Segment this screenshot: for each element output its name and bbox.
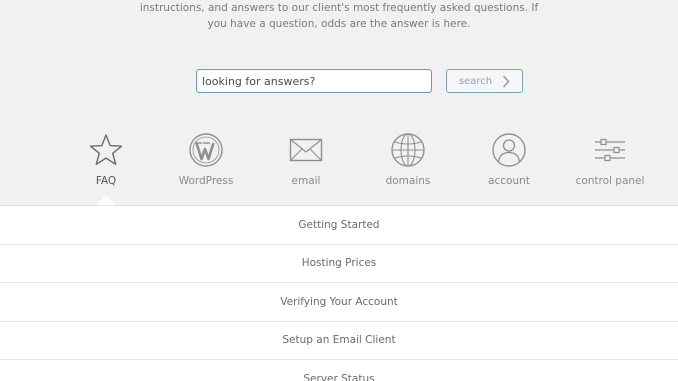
search-button[interactable]: search xyxy=(446,69,523,93)
intro-line-1: instructions, and answers to our client'… xyxy=(139,2,539,14)
intro-text: instructions, and answers to our client'… xyxy=(0,0,678,32)
active-tab-pointer xyxy=(96,195,116,205)
search-bar: search xyxy=(0,69,678,93)
faq-item-server-status[interactable]: Server Status xyxy=(0,360,678,381)
category-domains[interactable]: domains xyxy=(358,132,458,187)
faq-item-verifying-account[interactable]: Verifying Your Account xyxy=(0,283,678,322)
search-input[interactable] xyxy=(196,69,432,93)
globe-icon xyxy=(391,133,425,167)
category-label: domains xyxy=(385,175,431,187)
faq-list: Getting Started Hosting Prices Verifying… xyxy=(0,205,678,381)
category-label: FAQ xyxy=(95,175,117,187)
category-wordpress[interactable]: WordPress xyxy=(156,132,256,187)
user-icon xyxy=(492,133,526,167)
faq-item-email-client[interactable]: Setup an Email Client xyxy=(0,322,678,360)
category-label: WordPress xyxy=(178,175,234,187)
chevron-right-icon xyxy=(503,74,510,88)
category-label: control panel xyxy=(575,175,645,187)
category-control-panel[interactable]: control panel xyxy=(560,132,660,187)
category-email[interactable]: email xyxy=(256,132,356,187)
category-faq[interactable]: FAQ xyxy=(56,132,156,187)
wordpress-icon xyxy=(189,133,223,167)
envelope-icon xyxy=(289,138,323,162)
category-label: email xyxy=(291,175,321,187)
sliders-icon xyxy=(595,138,625,162)
intro-line-2: you have a question, odds are the answer… xyxy=(207,18,471,30)
category-account[interactable]: account xyxy=(459,132,559,187)
search-button-label: search xyxy=(458,75,493,87)
faq-item-getting-started[interactable]: Getting Started xyxy=(0,206,678,245)
category-label: account xyxy=(488,175,530,187)
star-icon xyxy=(89,134,123,165)
category-nav: FAQ WordPress email domains account cont… xyxy=(0,132,678,204)
faq-item-hosting-prices[interactable]: Hosting Prices xyxy=(0,245,678,283)
